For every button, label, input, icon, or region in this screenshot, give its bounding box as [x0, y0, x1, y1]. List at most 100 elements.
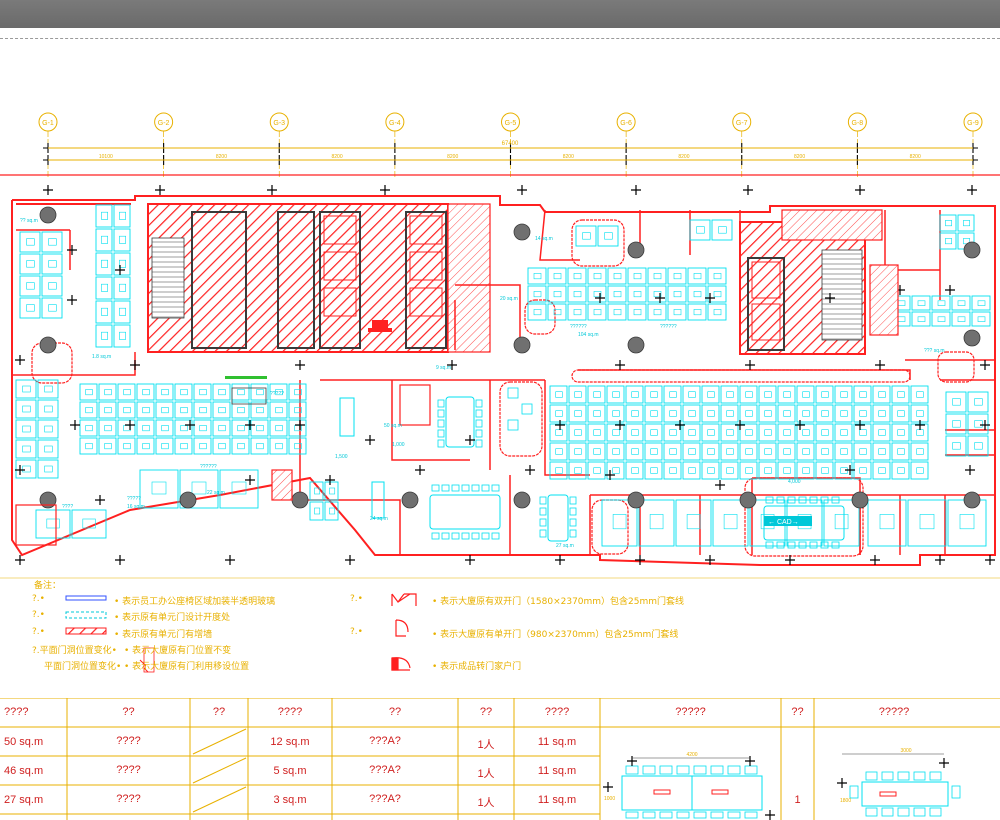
room-label: 16 sq.m	[127, 504, 145, 510]
span-dimension-label: 8200	[447, 154, 458, 160]
workstation	[193, 437, 212, 455]
chair	[475, 429, 483, 438]
desk-chair	[802, 429, 810, 436]
legend-swatch-wall	[65, 627, 107, 635]
desk-chair	[275, 425, 283, 432]
desk-chair	[533, 309, 542, 316]
marker-cross-icon	[517, 185, 527, 195]
workstation	[269, 401, 288, 419]
desk-chair	[104, 389, 112, 396]
workstation	[41, 231, 63, 253]
desk-chair	[573, 309, 582, 316]
workstation	[231, 437, 250, 455]
desk-chair	[218, 407, 226, 414]
workstation	[568, 461, 587, 480]
marker-cross-icon	[935, 555, 945, 565]
workstation	[607, 303, 627, 321]
marker-cross-icon	[655, 293, 665, 303]
desk-chair	[22, 405, 31, 413]
workstation	[95, 228, 113, 252]
chair	[481, 532, 490, 540]
workstation	[891, 461, 910, 480]
marker-cross-icon	[115, 555, 125, 565]
detail-chair	[625, 811, 639, 819]
desk-chair	[859, 429, 867, 436]
workstation	[701, 404, 720, 423]
grid-axis-label: G-8	[852, 120, 864, 127]
desk-chair	[859, 410, 867, 417]
room-label: ?????	[127, 496, 141, 502]
workstation	[567, 303, 587, 321]
marker-cross-icon	[870, 555, 880, 565]
workstation	[796, 461, 815, 480]
detail-chair	[659, 811, 673, 819]
workstation	[568, 385, 587, 404]
desk-chair	[555, 391, 563, 398]
marker-cross-icon	[915, 420, 925, 430]
table-cell: 46 sq.m	[4, 765, 44, 777]
workstation	[288, 383, 307, 401]
workstation	[872, 461, 891, 480]
marker-cross-icon	[325, 475, 335, 485]
desk-chair	[119, 283, 127, 292]
desk-chair	[256, 389, 264, 396]
room-label: 22 sq.m	[207, 490, 225, 496]
desk-chair	[859, 467, 867, 474]
workstation	[625, 442, 644, 461]
column-icon	[963, 241, 981, 259]
detail-chair	[951, 785, 961, 799]
desk-chair	[593, 410, 601, 417]
desk-chair	[707, 410, 715, 417]
workstation	[117, 419, 136, 437]
desk-chair	[693, 273, 702, 280]
grid-axis-label: G-9	[967, 120, 979, 127]
workstation	[587, 385, 606, 404]
workstation	[910, 404, 929, 423]
workstation	[891, 442, 910, 461]
desk-chair	[897, 316, 906, 322]
workstation	[587, 285, 607, 303]
desk-chair	[859, 448, 867, 455]
workstation	[931, 295, 951, 311]
detail-chair	[693, 765, 707, 775]
workstation	[95, 204, 113, 228]
desk-chair	[650, 429, 658, 436]
workstation	[872, 423, 891, 442]
workstation	[720, 404, 739, 423]
workstation	[853, 404, 872, 423]
workstation	[682, 423, 701, 442]
workstation	[945, 435, 967, 457]
marker-cross-icon	[715, 480, 725, 490]
workstation	[834, 404, 853, 423]
conference-table-large	[429, 494, 501, 530]
desk-chair	[574, 429, 582, 436]
desk-chair	[612, 448, 620, 455]
desk-chair	[783, 391, 791, 398]
desk-chair	[859, 391, 867, 398]
desk-chair	[593, 429, 601, 436]
workstation	[587, 404, 606, 423]
workstation	[19, 253, 41, 275]
desk-chair	[878, 467, 886, 474]
workstation	[231, 383, 250, 401]
chair	[507, 387, 519, 399]
workstation	[113, 276, 131, 300]
room-label: ??????	[660, 324, 677, 330]
desk-chair	[650, 410, 658, 417]
workstation	[907, 499, 947, 547]
desk-chair	[688, 391, 696, 398]
marker-cross-icon	[267, 185, 277, 195]
detail-chair	[849, 785, 859, 799]
workstation	[136, 419, 155, 437]
workstation	[549, 423, 568, 442]
desk-chair	[802, 391, 810, 398]
workstation	[689, 219, 711, 241]
detail-chair	[727, 811, 741, 819]
marker-cross-icon	[605, 470, 615, 480]
span-dimension-label: 8200	[332, 154, 343, 160]
desk-chair	[974, 398, 983, 406]
workstation	[647, 267, 667, 285]
entry-arrow-icon	[372, 320, 388, 328]
desk-chair	[46, 518, 60, 529]
desk-chair	[180, 389, 188, 396]
